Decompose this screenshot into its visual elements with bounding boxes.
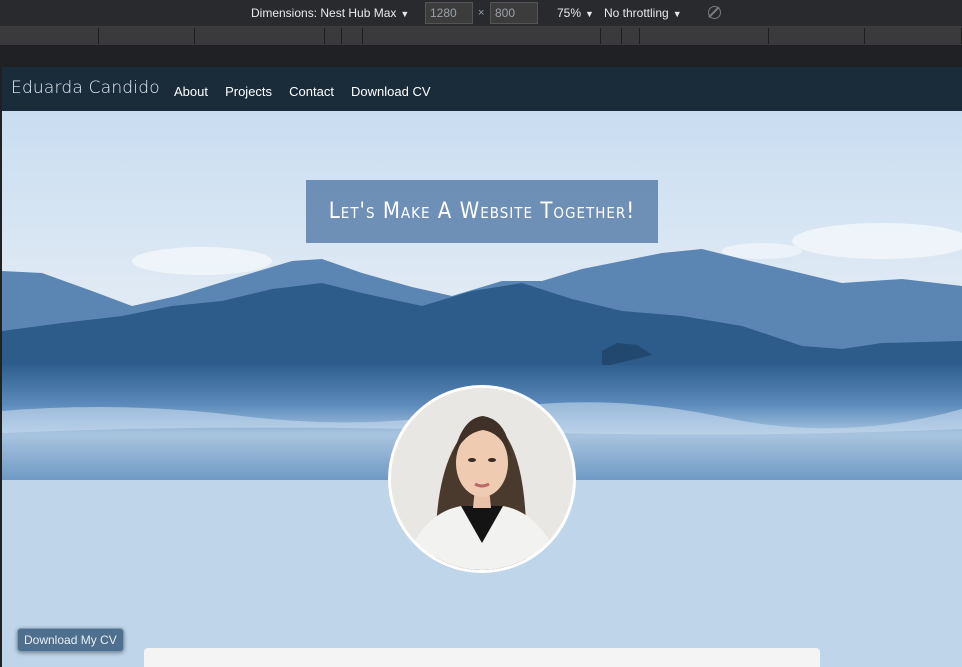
caret-down-icon: ▼ [672,9,682,19]
viewport-gap [0,45,962,67]
brand-logo[interactable]: Eduarda Candido [11,78,160,98]
site-navbar: Eduarda Candido About Projects Contact D… [2,67,962,111]
zoom-dropdown[interactable]: 75% ▼ [557,6,594,20]
ruler-segment[interactable] [363,28,601,44]
caret-down-icon: ▼ [585,9,594,19]
throttling-dropdown[interactable]: No throttling ▼ [604,6,682,20]
rotate-icon[interactable] [708,6,721,19]
zoom-label: 75% [557,6,582,20]
nav-link-projects[interactable]: Projects [225,84,272,99]
nav-link-contact[interactable]: Contact [289,84,334,99]
ruler-segment[interactable] [342,28,363,44]
content-card [144,648,820,667]
throttling-label: No throttling [604,6,669,20]
profile-avatar [388,385,576,573]
ruler-segment[interactable] [865,28,962,44]
ruler-segment[interactable] [622,28,640,44]
ruler-segment[interactable] [0,28,99,44]
ruler-segment[interactable] [99,28,195,44]
nav-link-download-cv[interactable]: Download CV [351,84,431,99]
media-query-ruler [0,27,962,45]
width-input[interactable] [425,2,473,24]
hero-title: Let's Make A Website Together! [306,180,658,243]
devtools-device-toolbar: Dimensions: Nest Hub Max▼ × 75%▼ No thro… [0,0,962,27]
emulated-page: Eduarda Candido About Projects Contact D… [2,67,962,667]
nav-link-about[interactable]: About [174,84,208,99]
dimensions-dropdown[interactable]: Dimensions: Nest Hub Max ▼ [251,6,409,20]
profile-photo [391,388,573,570]
ruler-segment[interactable] [195,28,325,44]
ruler-segment[interactable] [325,28,342,44]
ruler-segment[interactable] [640,28,769,44]
ruler-segment[interactable] [769,28,865,44]
download-cv-button[interactable]: Download My CV [17,628,124,652]
nav-links: About Projects Contact Download CV [174,81,443,100]
height-input[interactable] [490,2,538,24]
dimensions-label: Dimensions: Nest Hub Max [251,6,397,20]
ruler-segment[interactable] [601,28,622,44]
caret-down-icon: ▼ [400,9,410,19]
times-icon: × [478,7,485,19]
